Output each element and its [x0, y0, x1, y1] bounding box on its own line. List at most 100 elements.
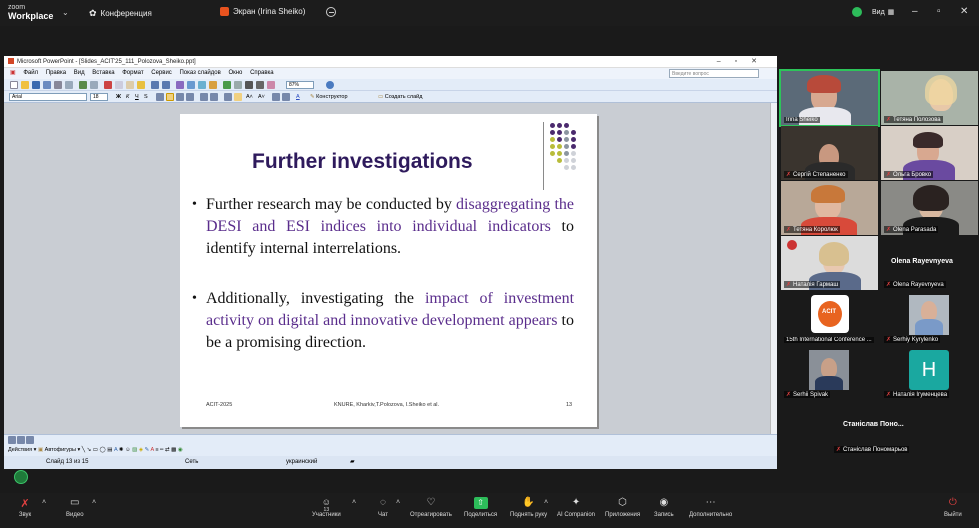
- sorter-view-icon[interactable]: [17, 436, 25, 444]
- expand-icon[interactable]: [223, 81, 231, 89]
- normal-view-icon[interactable]: [8, 436, 16, 444]
- text-icon[interactable]: [267, 81, 275, 89]
- diagram-icon[interactable]: ✺: [119, 447, 124, 453]
- participant-tile[interactable]: ACIT 15th International Conference ...: [781, 291, 878, 345]
- spelling-icon[interactable]: [79, 81, 87, 89]
- annotate-icon[interactable]: [14, 470, 28, 484]
- view-button[interactable]: Вид ▦: [872, 8, 894, 17]
- line-style-icon[interactable]: ≡: [155, 447, 158, 453]
- close-icon[interactable]: ✕: [960, 6, 968, 17]
- participant-tile[interactable]: ✗ Olena Parasada: [881, 181, 978, 235]
- font-color-draw-icon[interactable]: A: [150, 447, 153, 453]
- insert-picture-icon[interactable]: [209, 81, 217, 89]
- preview-icon[interactable]: [65, 81, 73, 89]
- cut-icon[interactable]: [104, 81, 112, 89]
- line-icon[interactable]: ╲: [82, 447, 85, 453]
- autoshapes-menu[interactable]: Автофигуры: [45, 447, 76, 453]
- arrow-icon[interactable]: ↘: [87, 447, 92, 453]
- slideshow-view-icon[interactable]: [26, 436, 34, 444]
- zoom-select[interactable]: 87%: [286, 81, 314, 89]
- menu-edit[interactable]: Правка: [46, 70, 66, 76]
- menu-help[interactable]: Справка: [250, 70, 274, 76]
- menu-window[interactable]: Окно: [228, 70, 242, 76]
- menu-slideshow[interactable]: Показ слайдов: [179, 70, 220, 76]
- ask-question-input[interactable]: Введите вопрос: [669, 69, 759, 78]
- font-name-select[interactable]: Arial: [9, 93, 87, 101]
- shadow-icon[interactable]: S: [144, 93, 148, 101]
- participant-tile[interactable]: H ✗ Наталія Ігуменцева: [881, 346, 978, 400]
- color-grayscale-icon[interactable]: [256, 81, 264, 89]
- chart-icon[interactable]: [176, 81, 184, 89]
- 3d-style-icon[interactable]: ◉: [178, 447, 183, 453]
- bold-icon[interactable]: Ж: [116, 93, 121, 101]
- participant-tile[interactable]: ✗ Тетяна Полозова: [881, 71, 978, 125]
- chat-button[interactable]: ◌ Чат: [376, 497, 390, 518]
- participant-tile[interactable]: ✗ Serhii Spivak: [781, 346, 878, 400]
- share-screen-tab[interactable]: Экран (Irina Sheiko): [220, 7, 305, 16]
- underline-icon[interactable]: Ч: [135, 93, 139, 101]
- font-smaller-icon[interactable]: A˅: [258, 93, 265, 101]
- share-button[interactable]: ⇧ Поделиться: [464, 497, 497, 518]
- open-icon[interactable]: [21, 81, 29, 89]
- new-icon[interactable]: [10, 81, 18, 89]
- minimize-icon[interactable]: –: [912, 6, 918, 17]
- participants-button[interactable]: ☺13 Участники: [312, 497, 341, 518]
- ai-companion-button[interactable]: ✦ AI Companion: [557, 497, 595, 518]
- paste-icon[interactable]: [126, 81, 134, 89]
- shadow-style-icon[interactable]: ▩: [171, 447, 176, 453]
- numbering-icon[interactable]: [200, 93, 208, 101]
- select-objects-icon[interactable]: ▣: [38, 447, 43, 453]
- line-color-icon[interactable]: ✎: [145, 447, 150, 453]
- grid-toggle-icon[interactable]: [245, 81, 253, 89]
- minimize-share-icon[interactable]: [326, 7, 336, 17]
- audio-options-chevron-icon[interactable]: ˄: [42, 499, 46, 506]
- format-painter-icon[interactable]: [137, 81, 145, 89]
- redo-icon[interactable]: [162, 81, 170, 89]
- tables-borders-icon[interactable]: [198, 81, 206, 89]
- participant-tile[interactable]: Irina Sheiko: [779, 69, 880, 127]
- maximize-icon[interactable]: ▫: [937, 6, 941, 17]
- arrow-style-icon[interactable]: ⇄: [165, 447, 170, 453]
- participant-tile[interactable]: ✗ Serhiy Kyrylenko: [881, 291, 978, 345]
- audio-button[interactable]: ✗ Звук: [18, 497, 32, 518]
- decrease-font-icon[interactable]: [224, 93, 232, 101]
- copy-icon[interactable]: [115, 81, 123, 89]
- participant-tile[interactable]: Olena Rayevnyeva ✗ Olena Rayevnyeva: [881, 236, 978, 290]
- raise-hand-button[interactable]: ✋ Поднять руку: [510, 497, 547, 518]
- rectangle-icon[interactable]: ▭: [93, 447, 98, 453]
- raise-chevron-icon[interactable]: ˄: [544, 499, 548, 506]
- video-button[interactable]: ▭ Видео: [66, 497, 84, 518]
- shield-check-icon[interactable]: [852, 7, 862, 17]
- research-icon[interactable]: [90, 81, 98, 89]
- textbox-icon[interactable]: ▤: [107, 447, 112, 453]
- align-left-icon[interactable]: [156, 93, 164, 101]
- italic-icon[interactable]: К: [126, 93, 129, 101]
- help-icon[interactable]: [326, 81, 334, 89]
- slide-canvas[interactable]: Further investigations • Further researc…: [180, 114, 597, 427]
- clipart-icon[interactable]: ☺: [125, 447, 131, 453]
- new-slide-button[interactable]: ▭ Создать слайд: [378, 93, 422, 101]
- video-options-chevron-icon[interactable]: ˄: [92, 499, 96, 506]
- save-icon[interactable]: [32, 81, 40, 89]
- undo-icon[interactable]: [151, 81, 159, 89]
- more-button[interactable]: ⋯ Дополнительно: [689, 497, 732, 518]
- bullets-icon[interactable]: [210, 93, 218, 101]
- oval-icon[interactable]: ◯: [100, 447, 106, 453]
- justify-icon[interactable]: [186, 93, 194, 101]
- wordart-icon[interactable]: A: [114, 447, 117, 453]
- increase-font-icon[interactable]: [234, 93, 242, 101]
- chat-chevron-icon[interactable]: ˄: [396, 499, 400, 506]
- font-size-select[interactable]: 18: [90, 93, 108, 101]
- designer-button[interactable]: ✎ Конструктор: [310, 93, 348, 101]
- meeting-info-button[interactable]: ✿ Конференция: [89, 8, 152, 19]
- menu-view[interactable]: Вид: [74, 70, 85, 76]
- fill-color-icon[interactable]: ◈: [139, 447, 143, 453]
- permission-icon[interactable]: [43, 81, 51, 89]
- menu-tools[interactable]: Сервис: [151, 70, 172, 76]
- participant-tile[interactable]: ✗ Тетяна Королюк: [781, 181, 878, 235]
- participant-tile[interactable]: ✗ Наталія Гармаш: [781, 236, 878, 290]
- chevron-down-icon[interactable]: ⌄: [62, 8, 69, 17]
- picture-icon[interactable]: ▨: [132, 447, 137, 453]
- indent-icon[interactable]: [272, 93, 280, 101]
- show-formatting-icon[interactable]: [234, 81, 242, 89]
